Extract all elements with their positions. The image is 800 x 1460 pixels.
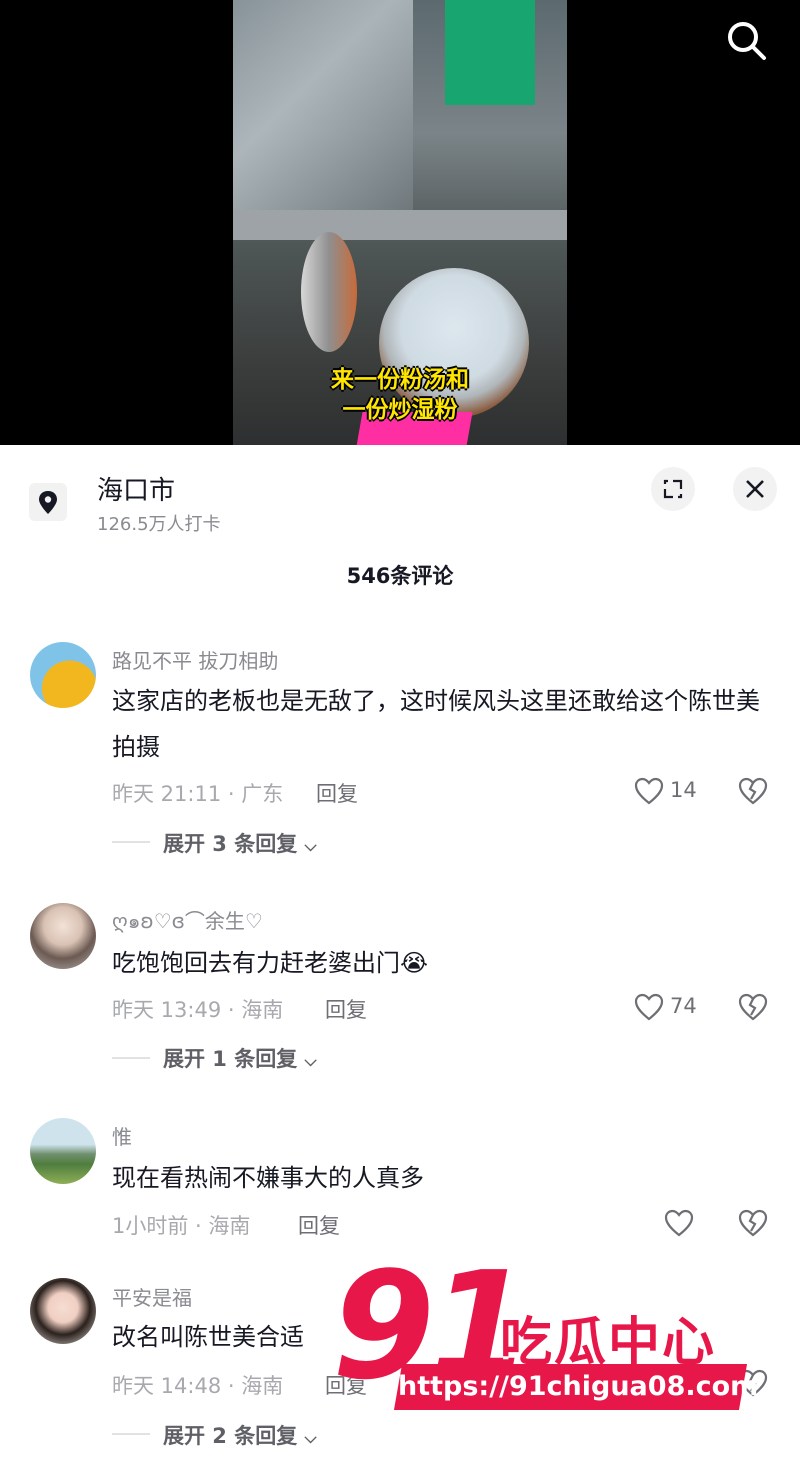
expand-replies-button[interactable]: 展开 1 条回复 ⌵ bbox=[163, 1043, 317, 1073]
search-icon[interactable] bbox=[724, 18, 768, 62]
avatar[interactable] bbox=[30, 642, 96, 708]
comment-time: 昨天 14:48 · 海南 bbox=[112, 1374, 284, 1398]
comment-text: 吃饱饱回去有力赶老婆出门😭 bbox=[112, 949, 429, 977]
expand-icon bbox=[663, 479, 683, 499]
reply-button[interactable]: 回复 bbox=[316, 778, 358, 808]
video-counter-scene bbox=[233, 210, 567, 240]
location-checkins: 126.5万人打卡 bbox=[97, 514, 221, 535]
heart-icon[interactable] bbox=[634, 993, 664, 1021]
close-button[interactable] bbox=[733, 467, 777, 511]
broken-heart-icon[interactable] bbox=[738, 1209, 768, 1237]
comment-time: 昨天 13:49 · 海南 bbox=[112, 998, 284, 1022]
watermark-url-banner: https://91chigua08.com bbox=[393, 1364, 758, 1410]
comment-count: 546条评论 bbox=[346, 564, 454, 588]
comment-author[interactable]: 路见不平 拔刀相助 bbox=[112, 645, 278, 674]
expand-replies-label: 展开 3 条回复 bbox=[163, 832, 298, 856]
heart-icon[interactable] bbox=[634, 777, 664, 805]
comment-text: 现在看热闹不嫌事大的人真多 bbox=[112, 1164, 424, 1192]
video-player[interactable]: 来一份粉汤和 一份炒湿粉 bbox=[0, 0, 800, 445]
comment-time: 1小时前 · 海南 bbox=[112, 1214, 251, 1238]
avatar[interactable] bbox=[30, 903, 96, 969]
comment-author[interactable]: 惟 bbox=[112, 1121, 132, 1150]
expand-replies-label: 展开 1 条回复 bbox=[163, 1047, 298, 1071]
chevron-down-icon: ⌵ bbox=[304, 836, 317, 855]
video-pot-lid bbox=[301, 232, 357, 352]
video-green-panel bbox=[445, 0, 535, 105]
comment-text: 这家店的老板也是无敌了，这时候风头这里还敢给这个陈世美拍摄 bbox=[112, 687, 760, 761]
chevron-down-icon: ⌵ bbox=[304, 1428, 317, 1447]
avatar[interactable] bbox=[30, 1118, 96, 1184]
video-caption-line1: 来一份粉汤和 bbox=[331, 367, 469, 393]
avatar[interactable] bbox=[30, 1278, 96, 1344]
broken-heart-icon[interactable] bbox=[738, 993, 768, 1021]
expand-replies-button[interactable]: 展开 3 条回复 ⌵ bbox=[163, 828, 317, 858]
comment-author[interactable]: ღ๑ʚ♡ɞ⌒余生♡ bbox=[112, 905, 263, 937]
reply-button[interactable]: 回复 bbox=[325, 994, 367, 1024]
comment-time: 昨天 21:11 · 广东 bbox=[112, 782, 284, 806]
expand-replies-button[interactable]: 展开 2 条回复 ⌵ bbox=[163, 1420, 317, 1450]
video-caption-line2: 一份炒湿粉 bbox=[342, 397, 458, 423]
like-count: 74 bbox=[670, 994, 697, 1018]
watermark-url: https://91chigua08.com bbox=[398, 1371, 759, 1402]
expand-button[interactable] bbox=[651, 467, 695, 511]
expand-replies-label: 展开 2 条回复 bbox=[163, 1424, 298, 1448]
location-title[interactable]: 海口市 bbox=[97, 470, 175, 507]
reply-button[interactable]: 回复 bbox=[298, 1210, 340, 1240]
like-count: 14 bbox=[670, 778, 697, 802]
divider bbox=[112, 1433, 150, 1435]
chevron-down-icon: ⌵ bbox=[304, 1051, 317, 1070]
comment-author[interactable]: 平安是福 bbox=[112, 1282, 192, 1311]
heart-icon[interactable] bbox=[664, 1209, 694, 1237]
broken-heart-icon[interactable] bbox=[738, 777, 768, 805]
divider bbox=[112, 1057, 150, 1059]
divider bbox=[112, 841, 150, 843]
video-window-scene bbox=[233, 0, 413, 220]
close-icon bbox=[746, 480, 764, 498]
location-pin-icon bbox=[29, 483, 67, 521]
